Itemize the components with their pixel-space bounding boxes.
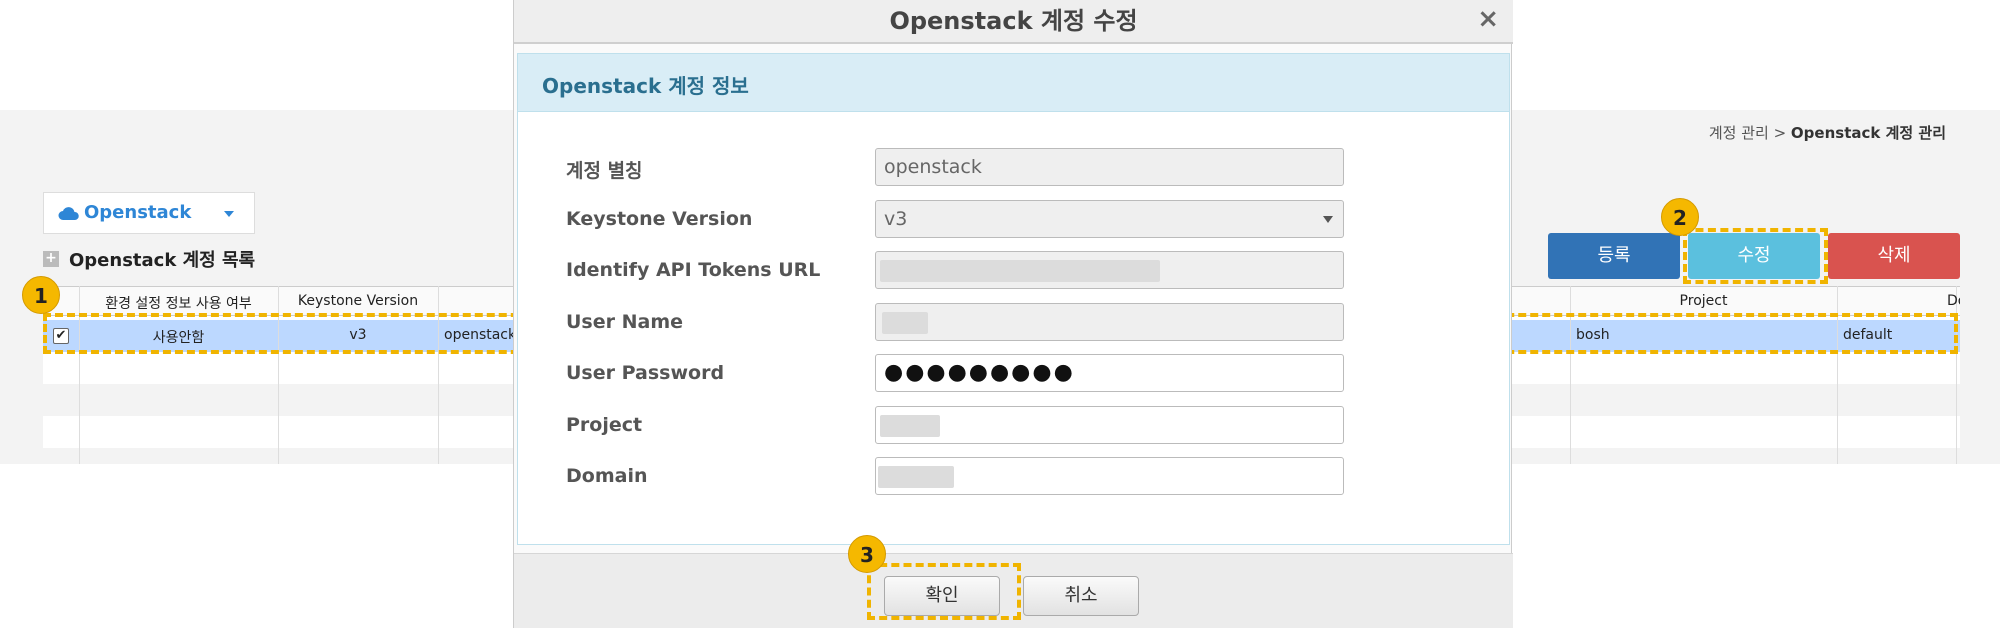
account-list-title-text: Openstack 계정 목록 xyxy=(69,250,256,271)
domain-label: Domain xyxy=(566,465,648,487)
chevron-down-icon xyxy=(224,211,234,217)
field-row-alias: 계정 별칭 openstack xyxy=(518,148,1509,186)
redacted-value xyxy=(882,312,928,334)
url-input[interactable] xyxy=(875,251,1344,289)
close-icon[interactable]: × xyxy=(1477,4,1499,34)
chevron-down-icon xyxy=(1323,216,1333,223)
account-info-panel: Openstack 계정 정보 계정 별칭 openstack Keystone… xyxy=(517,53,1510,545)
cloud-icon xyxy=(58,207,79,220)
register-button[interactable]: 등록 xyxy=(1548,233,1680,279)
breadcrumb-parent: 계정 관리 > xyxy=(1708,124,1787,142)
column-header-project[interactable]: Project xyxy=(1570,293,1837,309)
modal-title-text: Openstack 계정 수정 xyxy=(889,7,1138,35)
column-header-domain[interactable]: Do xyxy=(1837,293,1960,309)
edit-account-modal: Openstack 계정 수정 × Openstack 계정 정보 계정 별칭 … xyxy=(513,0,1513,628)
modal-title: Openstack 계정 수정 xyxy=(514,0,1513,44)
field-row-domain: Domain xyxy=(518,457,1509,495)
column-header-version[interactable]: Keystone Version xyxy=(278,293,438,309)
url-label: Identify API Tokens URL xyxy=(566,259,821,281)
edit-highlight-frame xyxy=(1683,228,1828,284)
field-row-url: Identify API Tokens URL xyxy=(518,251,1509,289)
breadcrumb: 계정 관리 > Openstack 계정 관리 xyxy=(1709,122,1946,143)
version-select[interactable]: v3 xyxy=(875,200,1344,238)
username-input[interactable] xyxy=(875,303,1344,341)
field-row-version: Keystone Version v3 xyxy=(518,200,1509,238)
expand-icon[interactable]: + xyxy=(43,251,59,267)
field-row-username: User Name xyxy=(518,303,1509,341)
step-badge-2: 2 xyxy=(1661,198,1699,236)
panel-title: Openstack 계정 정보 xyxy=(542,74,749,98)
column-header-usage[interactable]: 환경 설정 정보 사용 여부 xyxy=(79,293,278,313)
version-label: Keystone Version xyxy=(566,208,753,230)
provider-dropdown[interactable]: Openstack xyxy=(43,192,255,234)
confirm-highlight-frame xyxy=(867,563,1021,620)
step-badge-3: 3 xyxy=(848,535,886,573)
domain-input[interactable] xyxy=(875,457,1344,495)
project-input[interactable] xyxy=(875,406,1344,444)
cancel-button[interactable]: 취소 xyxy=(1023,576,1139,616)
project-label: Project xyxy=(566,414,643,436)
redacted-value xyxy=(878,466,954,488)
password-label: User Password xyxy=(566,362,725,384)
alias-input[interactable]: openstack xyxy=(875,148,1344,186)
alias-label: 계정 별칭 xyxy=(566,160,643,182)
delete-button[interactable]: 삭제 xyxy=(1828,233,1960,279)
provider-label: Openstack xyxy=(84,202,192,223)
version-select-value: v3 xyxy=(884,208,908,230)
redacted-value xyxy=(880,260,1160,282)
redacted-value xyxy=(880,415,940,437)
field-row-password: User Password ●●●●●●●●● xyxy=(518,354,1509,392)
step-badge-1: 1 xyxy=(22,276,60,314)
password-input[interactable]: ●●●●●●●●● xyxy=(875,354,1344,392)
breadcrumb-current: Openstack 계정 관리 xyxy=(1790,124,1946,142)
username-label: User Name xyxy=(566,311,684,333)
field-row-project: Project xyxy=(518,406,1509,444)
panel-header: Openstack 계정 정보 xyxy=(518,54,1509,112)
